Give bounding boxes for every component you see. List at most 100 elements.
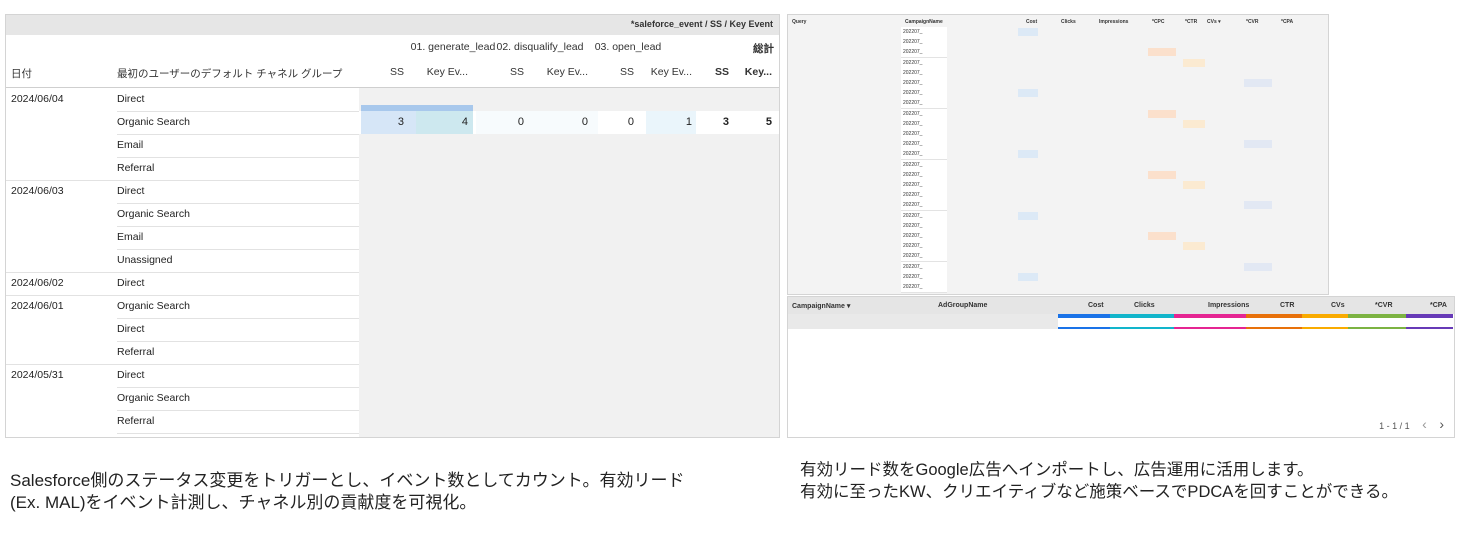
group-total: 総計 bbox=[753, 43, 774, 55]
table-row[interactable]: Organic Search bbox=[6, 111, 359, 134]
column-key-event[interactable]: Key Ev... bbox=[531, 66, 588, 78]
value-ss: 0 bbox=[517, 116, 524, 128]
column-cpa[interactable]: *CPA bbox=[1430, 302, 1447, 309]
heat-cell bbox=[1244, 262, 1272, 271]
caption-left-line2: (Ex. MAL)をイベント計測し、チャネル別の貢献度を可視化。 bbox=[10, 493, 477, 512]
metric-color-bar bbox=[1348, 327, 1406, 329]
caption-left-line1: Salesforce側のステータス変更をトリガーとし、イベント数としてカウント。… bbox=[10, 471, 685, 490]
metric-color-bar bbox=[1246, 314, 1302, 318]
column-campaign-name[interactable]: CampaignName bbox=[905, 19, 943, 25]
metric-color-bar bbox=[1348, 314, 1406, 318]
table-row[interactable]: Direct bbox=[6, 318, 359, 341]
value-key-event: 1 bbox=[685, 116, 692, 128]
column-impressions[interactable]: Impressions bbox=[1099, 19, 1128, 25]
row-divider bbox=[117, 433, 359, 434]
heat-cell bbox=[1183, 119, 1205, 128]
column-campaign-name[interactable]: CampaignName ▾ bbox=[792, 302, 850, 310]
metric-color-bar bbox=[1058, 327, 1110, 329]
table-row[interactable]: Organic Search bbox=[6, 203, 359, 226]
heat-cell bbox=[1148, 109, 1176, 118]
table-row[interactable]: 2024/06/01 Organic Search bbox=[6, 295, 359, 318]
column-ss[interactable]: SS bbox=[366, 66, 404, 78]
column-ss[interactable]: SS bbox=[486, 66, 524, 78]
heat-cell bbox=[1148, 48, 1176, 57]
row-channel: Organic Search bbox=[117, 208, 190, 220]
column-total-key[interactable]: Key... bbox=[734, 66, 772, 78]
table-row[interactable]: Organic Search bbox=[6, 387, 359, 410]
heat-cell bbox=[1148, 170, 1176, 179]
column-cost[interactable]: Cost bbox=[1088, 302, 1104, 309]
heat-cell bbox=[1244, 79, 1272, 87]
prev-page-icon[interactable]: ‹ bbox=[1422, 416, 1427, 432]
adgroup-header-bar bbox=[788, 297, 1454, 314]
heat-cell bbox=[1018, 89, 1038, 98]
value-ss: 0 bbox=[627, 116, 634, 128]
group-open-lead[interactable]: 03. open_lead bbox=[578, 41, 678, 53]
column-ctr[interactable]: *CTR bbox=[1185, 19, 1197, 25]
row-channel: Referral bbox=[117, 346, 155, 358]
column-query[interactable]: Query bbox=[792, 19, 806, 25]
column-key-event[interactable]: Key Ev... bbox=[411, 66, 468, 78]
next-page-icon[interactable]: › bbox=[1439, 416, 1444, 432]
table-row[interactable]: Email bbox=[6, 226, 359, 249]
row-channel: Referral bbox=[117, 162, 155, 174]
metric-color-bar bbox=[1174, 327, 1246, 329]
table-row[interactable]: Referral bbox=[6, 410, 359, 433]
column-ss[interactable]: SS bbox=[604, 66, 634, 78]
row-channel: Direct bbox=[117, 323, 145, 335]
column-cvr[interactable]: *CVR bbox=[1246, 19, 1259, 25]
row-channel: Direct bbox=[117, 369, 145, 381]
adgroup-row[interactable] bbox=[788, 314, 1058, 329]
value-key-event: 4 bbox=[461, 116, 468, 128]
column-cost[interactable]: Cost bbox=[1026, 19, 1037, 25]
column-date[interactable]: 日付 bbox=[11, 66, 32, 81]
value-total-key: 5 bbox=[765, 116, 772, 128]
row-channel: Direct bbox=[117, 93, 145, 105]
metric-color-bar bbox=[1174, 314, 1246, 318]
row-date: 2024/06/02 bbox=[11, 277, 64, 289]
heat-cell bbox=[1018, 28, 1038, 36]
column-channel-group[interactable]: 最初のユーザーのデフォルト チャネル グループ bbox=[117, 66, 342, 81]
column-clicks[interactable]: Clicks bbox=[1134, 302, 1155, 309]
row-channel: Email bbox=[117, 231, 144, 243]
column-cpa[interactable]: *CPA bbox=[1281, 19, 1293, 25]
heat-cell bbox=[1183, 181, 1205, 189]
row-date: 2024/06/04 bbox=[11, 93, 64, 105]
row-channel: Direct bbox=[117, 277, 145, 289]
caption-right-line1: 有効リード数をGoogle広告へインポートし、広告運用に活用します。 bbox=[800, 461, 1314, 479]
column-impressions[interactable]: Impressions bbox=[1208, 302, 1249, 309]
query-report-table: Query CampaignName Cost Clicks Impressio… bbox=[787, 14, 1329, 295]
table-row[interactable]: Unassigned bbox=[6, 249, 359, 272]
column-cvr[interactable]: *CVR bbox=[1375, 302, 1393, 309]
metric-color-bar bbox=[1406, 327, 1453, 329]
campaign-cell[interactable]: 202207_ bbox=[901, 282, 947, 293]
column-adgroup-name[interactable]: AdGroupName bbox=[938, 302, 987, 309]
column-total-ss[interactable]: SS bbox=[704, 66, 729, 78]
ga4-exploration-table: *saleforce_event / SS / Key Event 01. ge… bbox=[5, 14, 780, 438]
row-channel: Organic Search bbox=[117, 116, 190, 128]
table-row[interactable]: 2024/05/31 Direct bbox=[6, 364, 359, 387]
heat-cell bbox=[1148, 232, 1176, 240]
column-cvs[interactable]: CVs bbox=[1331, 302, 1345, 309]
table-row[interactable]: Referral bbox=[6, 157, 359, 180]
column-ctr[interactable]: CTR bbox=[1280, 302, 1294, 309]
table-row[interactable]: Referral bbox=[6, 341, 359, 364]
row-channel: Direct bbox=[117, 185, 145, 197]
table-row[interactable]: Email bbox=[6, 134, 359, 157]
table-row[interactable]: 2024/06/04 Direct bbox=[6, 88, 359, 111]
heat-cell bbox=[1183, 242, 1205, 251]
metric-color-bar bbox=[1110, 327, 1174, 329]
row-channel: Email bbox=[117, 139, 144, 151]
table-row[interactable]: 2024/06/03 Direct bbox=[6, 180, 359, 203]
column-cvs[interactable]: CVs ▾ bbox=[1207, 19, 1221, 25]
value-ss: 3 bbox=[397, 116, 404, 128]
heat-cell bbox=[1018, 272, 1038, 281]
row-channel: Organic Search bbox=[117, 392, 190, 404]
column-clicks[interactable]: Clicks bbox=[1061, 19, 1076, 25]
table-row[interactable]: 2024/06/02 Direct bbox=[6, 272, 359, 295]
row-date: 2024/06/03 bbox=[11, 185, 64, 197]
column-cpc[interactable]: *CPC bbox=[1152, 19, 1165, 25]
pagination: 1 - 1 / 1 ‹ › bbox=[1379, 416, 1444, 432]
row-channel: Referral bbox=[117, 415, 155, 427]
column-key-event[interactable]: Key Ev... bbox=[636, 66, 692, 78]
